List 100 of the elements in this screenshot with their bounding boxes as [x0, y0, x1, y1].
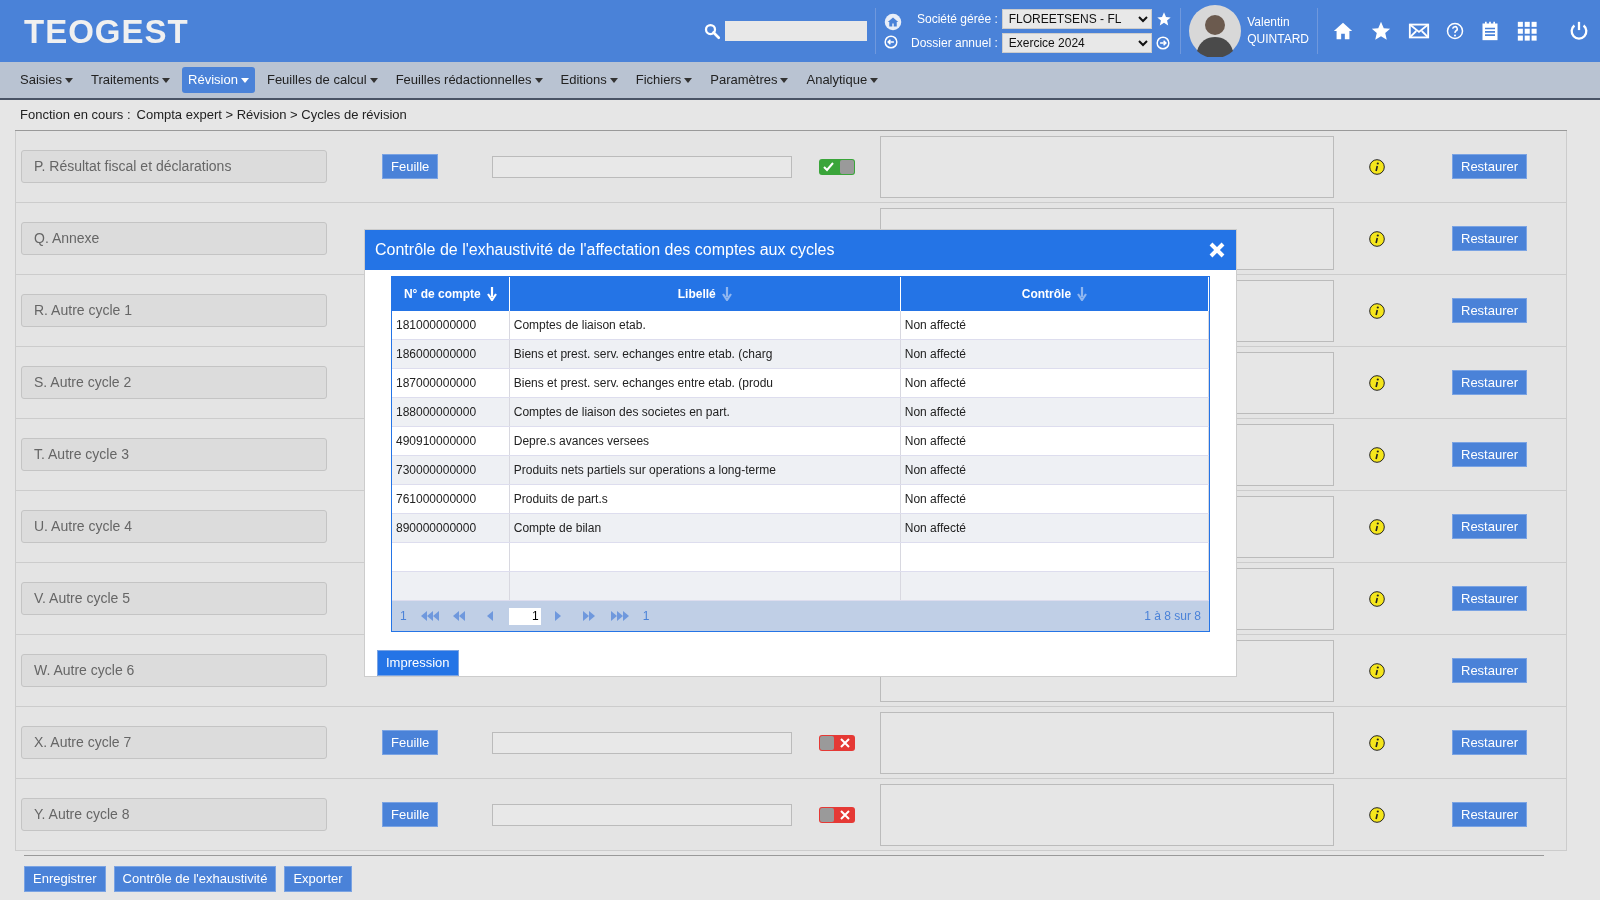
menu-item[interactable]: Paramètres [704, 67, 795, 93]
power-icon[interactable] [1568, 20, 1590, 42]
column-header-label: Contrôle [1021, 286, 1072, 303]
close-icon[interactable] [1208, 241, 1226, 259]
caret-icon [609, 77, 618, 83]
cycle-name-field: V. Autre cycle 5 [21, 582, 327, 615]
restore-button[interactable]: Restaurer [1452, 729, 1528, 756]
footer-button[interactable]: Enregistrer [24, 866, 106, 892]
page-field[interactable]: 1 [508, 607, 541, 625]
column-header[interactable]: Libellé [509, 277, 901, 311]
account-cell: 890000000000 [392, 514, 510, 542]
page-count: 1 [642, 608, 650, 625]
home-icon[interactable] [883, 13, 902, 32]
search-icon[interactable] [702, 22, 721, 40]
menu-item[interactable]: Feuilles rédactionnelles [389, 67, 549, 93]
toggle-switch[interactable] [819, 158, 856, 175]
sort-arrow-icon[interactable] [1077, 287, 1088, 301]
column-header[interactable]: N° de compte [392, 277, 510, 311]
restore-button[interactable]: Restaurer [1452, 585, 1528, 612]
cycle-name-field: Y. Autre cycle 8 [21, 798, 327, 831]
menu-item[interactable]: Feuilles de calcul [260, 67, 384, 93]
column-header[interactable]: Contrôle [900, 277, 1209, 311]
caret-icon [870, 77, 879, 83]
cycle-name-field: S. Autre cycle 2 [21, 366, 327, 399]
page-number: 1 [400, 608, 407, 625]
status-cell: Non affecté [900, 398, 1209, 426]
info-icon [1369, 302, 1385, 319]
caret-icon [534, 77, 543, 83]
restore-button[interactable]: Restaurer [1452, 441, 1528, 468]
grid-icon[interactable] [1516, 20, 1538, 42]
dialog-title: Contrôle de l'exhaustivité de l'affectation des comptes aux cycles [375, 240, 835, 260]
status-cell: Non affecté [900, 340, 1209, 368]
previous-page-icon[interactable] [486, 611, 495, 621]
sheet-button[interactable]: Feuille [382, 801, 439, 828]
previous-block-icon[interactable] [452, 611, 467, 621]
notepad-icon[interactable] [1480, 20, 1500, 42]
comment-field[interactable] [880, 135, 1334, 198]
text-field[interactable] [492, 731, 793, 754]
status-cell: Non affecté [900, 485, 1209, 513]
home-icon[interactable] [1332, 20, 1354, 42]
first-page-icon[interactable] [420, 611, 439, 621]
comment-field[interactable] [880, 783, 1334, 846]
menu-item[interactable]: Traitements [84, 67, 177, 93]
menu-item[interactable]: Editions [554, 67, 624, 93]
dropdown[interactable]: FLOREETSENS - FL [1001, 9, 1152, 29]
column-header-label: N° de compte [403, 286, 481, 303]
cycle-name-field: X. Autre cycle 7 [21, 726, 327, 759]
comment-field[interactable] [880, 711, 1334, 774]
info-icon [1369, 662, 1385, 679]
toggle-switch[interactable] [819, 806, 856, 823]
restore-button[interactable]: Restaurer [1452, 369, 1528, 396]
menu-item[interactable]: Saisies [14, 67, 79, 93]
caret-icon [780, 77, 789, 83]
help-icon[interactable] [1446, 22, 1464, 40]
dropdown[interactable]: Exercice 2024 [1001, 33, 1152, 53]
breadcrumb-path: Compta expert > Révision > Cycles de révision [136, 106, 407, 125]
menu-item[interactable]: Révision [182, 67, 255, 93]
caret-icon [369, 77, 378, 83]
text-field[interactable] [492, 155, 793, 178]
text-field[interactable] [492, 803, 793, 826]
print-button[interactable]: Impression [377, 650, 459, 676]
last-page-icon[interactable] [610, 611, 629, 621]
label-cell: Produits nets partiels sur operations a long-terme [509, 456, 901, 484]
toggle-switch[interactable] [819, 734, 856, 751]
restore-button[interactable]: Restaurer [1452, 801, 1528, 828]
cycle-name-field: P. Résultat fiscal et déclarations [21, 150, 327, 183]
menu-item[interactable]: Analytique [800, 67, 885, 93]
sort-arrow-icon[interactable] [721, 287, 732, 301]
sheet-button[interactable]: Feuille [382, 153, 439, 180]
record-count: 1 à 8 sur 8 [1144, 608, 1201, 625]
user-last-name: QUINTARD [1247, 31, 1309, 48]
cycle-name-field: Q. Annexe [21, 222, 327, 255]
restore-button[interactable]: Restaurer [1452, 657, 1528, 684]
info-icon [1369, 734, 1385, 751]
next-page-icon[interactable] [554, 611, 563, 621]
footer-button[interactable]: Contrôle de l'exhaustivité [113, 866, 277, 892]
logo: TEOGEST [24, 14, 189, 48]
menu-item[interactable]: Fichiers [629, 67, 699, 93]
account-cell: 761000000000 [392, 485, 510, 513]
sheet-button[interactable]: Feuille [382, 729, 439, 756]
restore-button[interactable]: Restaurer [1452, 513, 1528, 540]
star-icon[interactable] [1370, 20, 1392, 42]
star-icon[interactable] [1155, 11, 1172, 27]
label-cell: Comptes de liaison des societes en part. [509, 398, 901, 426]
search-field[interactable] [724, 21, 867, 41]
caret-icon [64, 77, 73, 83]
restore-button[interactable]: Restaurer [1452, 153, 1528, 180]
account-cell: 188000000000 [392, 398, 510, 426]
caret-icon [240, 77, 249, 83]
cycle-name-field: T. Autre cycle 3 [21, 438, 327, 471]
info-icon [1369, 446, 1385, 463]
restore-button[interactable]: Restaurer [1452, 297, 1528, 324]
account-cell: 490910000000 [392, 427, 510, 455]
info-icon [1369, 158, 1385, 175]
breadcrumb-label: Fonction en cours : [20, 106, 131, 125]
account-cell: 187000000000 [392, 369, 510, 397]
field-label: Dossier annuel : [910, 35, 998, 52]
restore-button[interactable]: Restaurer [1452, 225, 1528, 252]
next-block-icon[interactable] [582, 611, 597, 621]
footer-button[interactable]: Exporter [284, 866, 352, 892]
